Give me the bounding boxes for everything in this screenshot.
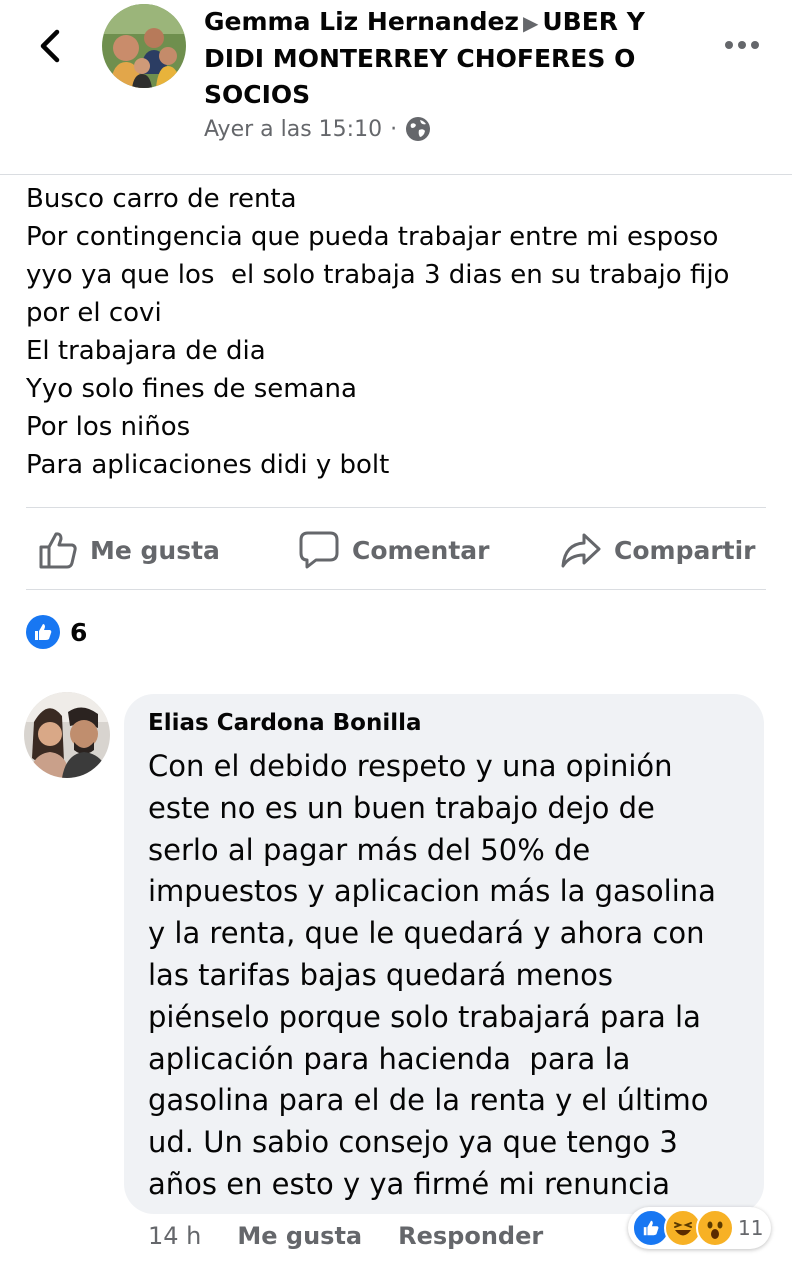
action-bar-divider-top bbox=[26, 507, 766, 508]
comment-line: ud. Un sabio consejo ya que tengo 3 bbox=[148, 1125, 678, 1160]
reaction-count: 6 bbox=[70, 617, 88, 647]
comment-reaction-count: 11 bbox=[738, 1216, 764, 1240]
author-avatar[interactable] bbox=[102, 4, 186, 88]
comment-like-button[interactable]: Me gusta bbox=[237, 1222, 362, 1250]
share-arrow-icon bbox=[561, 533, 601, 568]
thumbs-up-icon bbox=[39, 532, 77, 569]
post-header-title: Gemma Liz Hernandez ▶ UBER Y DIDI MONTERRE… bbox=[204, 4, 674, 113]
comment-line: Con el debido respeto y una opinión bbox=[148, 749, 673, 783]
post-line: Para aplicaciones didi y bolt bbox=[26, 450, 390, 480]
chevron-left-icon bbox=[40, 29, 60, 63]
post-text: Busco carro de renta Por contingencia qu… bbox=[26, 180, 766, 484]
post-meta: Ayer a las 15:10 · bbox=[204, 116, 431, 142]
more-horizontal-icon bbox=[725, 41, 759, 49]
globe-icon bbox=[406, 117, 431, 141]
comment-line: piénselo porque solo trabajará para la bbox=[148, 999, 701, 1034]
comment-line: gasolina para el de la renta y el último bbox=[148, 1083, 709, 1118]
post-line: Por los niños bbox=[26, 412, 191, 442]
header-divider bbox=[0, 174, 792, 175]
comment-text: Con el debido respeto y una opinión este… bbox=[148, 746, 758, 1206]
like-button[interactable]: Me gusta bbox=[38, 522, 220, 578]
comment-label: Comentar bbox=[352, 535, 490, 565]
commenter-name[interactable]: Elias Cardona Bonilla bbox=[148, 710, 421, 736]
comment-line: impuestos y aplicacion más la gasolina bbox=[148, 874, 716, 909]
post-line: Busco carro de renta bbox=[26, 184, 297, 214]
meta-separator: · bbox=[390, 116, 398, 142]
speech-bubble-icon bbox=[299, 531, 339, 569]
comment-line: las tarifas bajas quedará menos bbox=[148, 957, 613, 992]
comment-line: este no es un buen trabajo dejo de bbox=[148, 790, 655, 825]
comment-reactions[interactable]: 11 bbox=[628, 1207, 772, 1249]
like-reaction-icon bbox=[26, 615, 60, 649]
commenter-avatar[interactable] bbox=[24, 692, 110, 778]
wow-reaction-icon bbox=[696, 1209, 734, 1247]
post-line: Yyo solo fines de semana bbox=[26, 374, 357, 404]
author-name[interactable]: Gemma Liz Hernandez bbox=[204, 7, 519, 36]
comment-time[interactable]: 14 h bbox=[148, 1222, 201, 1250]
like-label: Me gusta bbox=[90, 535, 220, 565]
comment-footer: 14 h Me gusta Responder bbox=[148, 1222, 579, 1250]
post-page: Gemma Liz Hernandez ▶ UBER Y DIDI MONTERRE… bbox=[0, 0, 792, 1280]
post-line: Por contingencia que pueda trabajar entr… bbox=[26, 222, 719, 252]
share-label: Compartir bbox=[614, 535, 756, 565]
comment-reply-button[interactable]: Responder bbox=[398, 1222, 543, 1250]
post-line: yyo ya que los el solo trabaja 3 dias en… bbox=[26, 260, 730, 290]
more-options-button[interactable] bbox=[722, 30, 762, 60]
comment-button[interactable]: Comentar bbox=[298, 522, 489, 578]
share-button[interactable]: Compartir bbox=[560, 522, 756, 578]
action-bar-divider-bottom bbox=[26, 589, 766, 590]
comment-line: serlo al pagar más del 50% de bbox=[148, 832, 591, 867]
comment-line: aplicación para hacienda para la bbox=[148, 1041, 631, 1076]
post-line: El trabajara de dia bbox=[26, 336, 266, 366]
reactions-summary[interactable]: 6 bbox=[26, 615, 87, 649]
back-button[interactable] bbox=[30, 26, 70, 66]
arrow-right-icon: ▶ bbox=[522, 11, 539, 35]
comment-line: y la renta, que le quedará y ahora con bbox=[148, 916, 705, 951]
post-timestamp[interactable]: Ayer a las 15:10 bbox=[204, 117, 382, 142]
comment-line: años en esto y ya firmé mi renuncia bbox=[148, 1166, 671, 1201]
post-line: por el covi bbox=[26, 298, 162, 328]
